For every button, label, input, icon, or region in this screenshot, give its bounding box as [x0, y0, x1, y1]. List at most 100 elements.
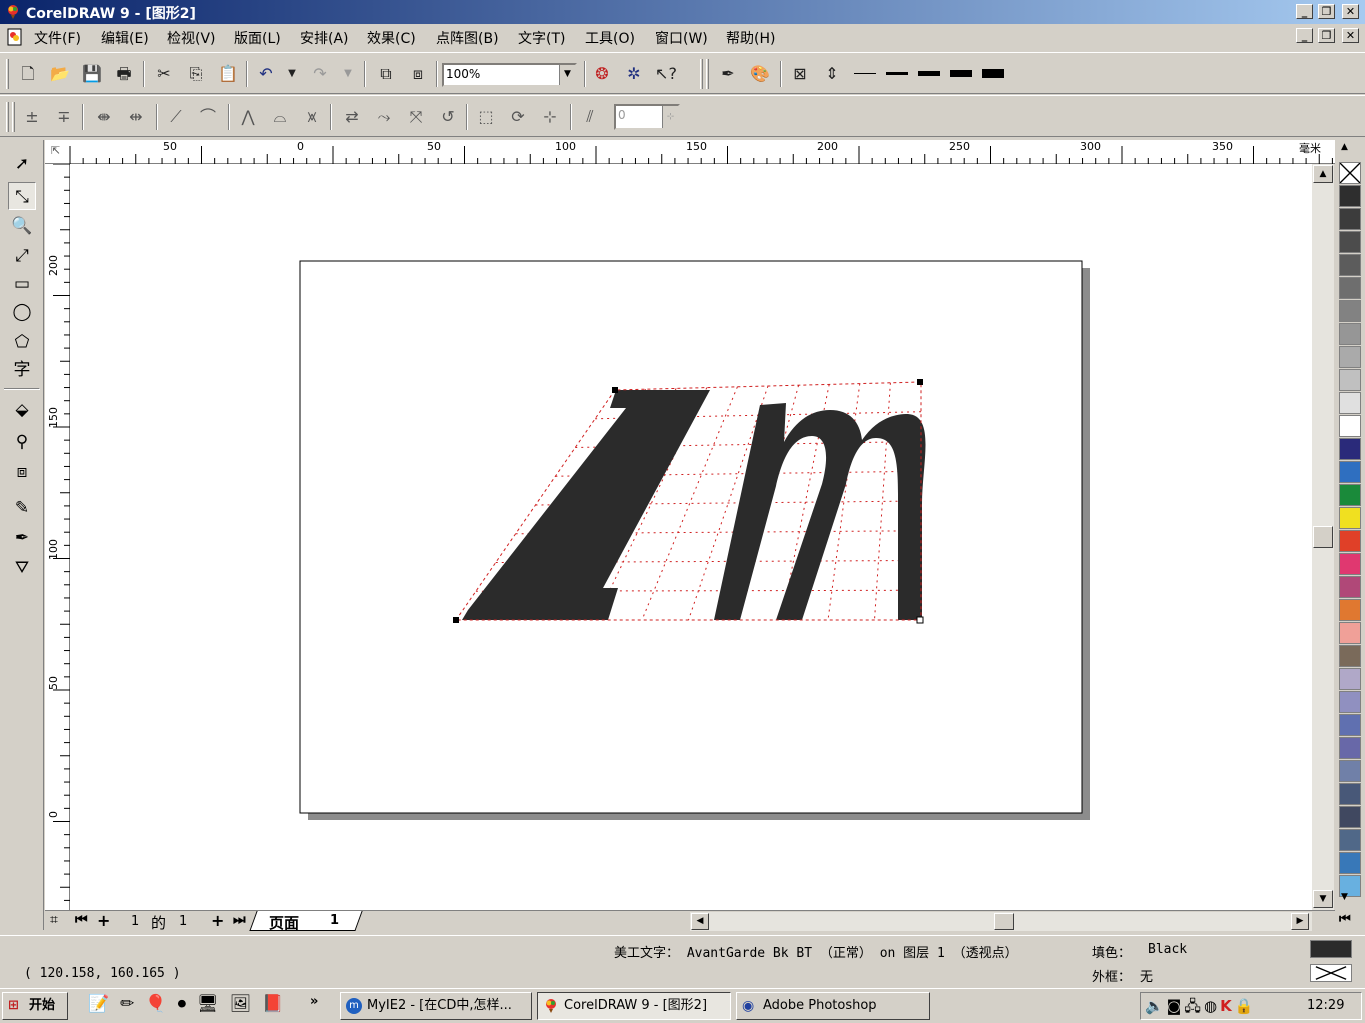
- color-swatch[interactable]: [1339, 622, 1361, 644]
- outline-width-1-icon[interactable]: [854, 73, 876, 74]
- color-swatch[interactable]: [1339, 438, 1361, 460]
- scroll-left-icon[interactable]: ◀: [691, 913, 709, 930]
- menu-file[interactable]: 文件(F): [34, 28, 81, 48]
- drawing-canvas[interactable]: [70, 164, 1312, 910]
- outline-width-3-icon[interactable]: [918, 71, 940, 76]
- extrude-icon[interactable]: ⧈: [8, 458, 36, 486]
- menu-tools[interactable]: 工具(O): [585, 28, 635, 48]
- color-swatch[interactable]: [1339, 461, 1361, 483]
- import-icon[interactable]: ⧉: [374, 62, 398, 86]
- color-swatch[interactable]: [1339, 231, 1361, 253]
- lock-icon[interactable]: 🔒: [1235, 997, 1257, 1015]
- quick-launch-pencil-icon[interactable]: ✏: [120, 994, 145, 1014]
- blend-icon[interactable]: ⚲: [8, 428, 36, 456]
- color-swatch[interactable]: [1339, 760, 1361, 782]
- open-icon[interactable]: 📂: [48, 62, 72, 86]
- print-icon[interactable]: 🖶: [112, 62, 136, 86]
- scroll-right-icon[interactable]: ▶: [1291, 913, 1309, 930]
- color-swatch[interactable]: [1339, 806, 1361, 828]
- hairline-outline-icon[interactable]: ⇕: [820, 62, 844, 86]
- color-swatch[interactable]: [1339, 714, 1361, 736]
- quick-launch-archive-icon[interactable]: 📕: [262, 994, 294, 1014]
- close-button[interactable]: ✕: [1342, 4, 1359, 19]
- whats-this-icon[interactable]: ↖?: [654, 62, 678, 86]
- ellipse-icon[interactable]: ◯: [8, 298, 36, 326]
- outline-width-5-icon[interactable]: [982, 69, 1004, 78]
- color-swatch[interactable]: [1339, 323, 1361, 345]
- task-myie2[interactable]: m MyIE2 - [在CD中,怎样...: [340, 992, 532, 1020]
- undo-icon[interactable]: ↶: [254, 62, 278, 86]
- rectangle-icon[interactable]: ▭: [8, 270, 36, 298]
- outline-pen-icon[interactable]: ✒: [8, 524, 36, 552]
- extract-subpath-icon[interactable]: ⤧: [404, 105, 428, 129]
- pick-icon[interactable]: ➚: [8, 150, 36, 178]
- application-launcher-icon[interactable]: ❂: [590, 62, 614, 86]
- outline-color-icon[interactable]: 🎨: [748, 62, 772, 86]
- toolbar-grip[interactable]: [12, 102, 15, 132]
- fill-bucket-icon[interactable]: ⛛: [8, 554, 36, 582]
- export-icon[interactable]: ⧈: [406, 62, 430, 86]
- elastic-mode-icon[interactable]: ⫽: [578, 105, 602, 129]
- volume-icon[interactable]: 🔈: [1145, 997, 1167, 1015]
- quick-launch-image-icon[interactable]: 🖼: [230, 994, 263, 1014]
- fill-color-swatch[interactable]: [1310, 940, 1352, 958]
- outline-width-4-icon[interactable]: [950, 70, 972, 77]
- text-icon[interactable]: 字: [8, 356, 36, 384]
- menu-help[interactable]: 帮助(H): [726, 28, 775, 48]
- add-page-after-icon[interactable]: +: [211, 911, 224, 930]
- color-swatch[interactable]: [1339, 346, 1361, 368]
- doc-restore-button[interactable]: ❐: [1318, 28, 1335, 43]
- quick-launch-more-icon[interactable]: »: [310, 994, 318, 1009]
- break-curve-icon[interactable]: ⇹: [124, 105, 148, 129]
- menu-view[interactable]: 检视(V): [167, 28, 216, 48]
- add-page-before-icon[interactable]: +: [97, 911, 110, 930]
- horizontal-scrollbar[interactable]: ◀ ▶: [690, 912, 1312, 931]
- menu-bitmaps[interactable]: 点阵图(B): [436, 28, 499, 48]
- horizontal-scroll-thumb[interactable]: [994, 913, 1014, 930]
- to-line-icon[interactable]: ⟋: [164, 105, 188, 129]
- undo-dropdown-icon[interactable]: ▼: [280, 62, 304, 86]
- to-curve-icon[interactable]: ⌒: [196, 105, 220, 129]
- slider-icon[interactable]: ⊹: [662, 106, 678, 128]
- color-swatch[interactable]: [1339, 599, 1361, 621]
- palette-scroll-up-icon[interactable]: ▲: [1341, 142, 1348, 152]
- polygon-icon[interactable]: ⬠: [8, 328, 36, 356]
- color-swatch[interactable]: [1339, 507, 1361, 529]
- no-color-swatch[interactable]: [1339, 162, 1361, 184]
- copy-icon[interactable]: ⎘: [184, 62, 208, 86]
- auto-close-icon[interactable]: ↺: [436, 105, 460, 129]
- corel-online-icon[interactable]: ✲: [622, 62, 646, 86]
- color-swatch[interactable]: [1339, 254, 1361, 276]
- cusp-node-icon[interactable]: ⋀: [236, 105, 260, 129]
- vertical-ruler[interactable]: 200 150 100 50 0: [45, 164, 70, 910]
- outline-pen-dialog-icon[interactable]: ✒: [716, 62, 740, 86]
- quick-launch-screen-icon[interactable]: 🖥: [197, 994, 230, 1014]
- color-swatch[interactable]: [1339, 852, 1361, 874]
- color-swatch[interactable]: [1339, 484, 1361, 506]
- shape-icon[interactable]: ⤡: [8, 182, 36, 210]
- scroll-down-icon[interactable]: ▼: [1313, 890, 1333, 908]
- save-icon[interactable]: 💾: [80, 62, 104, 86]
- network-icon[interactable]: 🖧: [1184, 997, 1204, 1015]
- chevron-down-icon[interactable]: ▼: [559, 65, 575, 85]
- last-page-icon[interactable]: ⏭: [233, 912, 246, 928]
- color-swatch[interactable]: [1339, 783, 1361, 805]
- menu-window[interactable]: 窗口(W): [655, 28, 708, 48]
- color-swatch[interactable]: [1339, 829, 1361, 851]
- color-swatch[interactable]: [1339, 392, 1361, 414]
- color-swatch[interactable]: [1339, 208, 1361, 230]
- tray-globe-icon[interactable]: ◍: [1204, 997, 1220, 1015]
- redo-icon[interactable]: ↷: [308, 62, 332, 86]
- task-photoshop[interactable]: ◉ Adobe Photoshop: [736, 992, 930, 1020]
- zoom-icon[interactable]: 🔍: [8, 212, 36, 240]
- start-button[interactable]: ⊞ 开始: [2, 992, 68, 1020]
- task-coreldraw[interactable]: CorelDRAW 9 - [图形2]: [537, 992, 731, 1020]
- curve-smoothness-field[interactable]: 0 ⊹: [614, 104, 680, 130]
- paste-icon[interactable]: 📋: [216, 62, 240, 86]
- color-swatch[interactable]: [1339, 185, 1361, 207]
- restore-button[interactable]: ❐: [1318, 4, 1335, 19]
- menu-text[interactable]: 文字(T): [518, 28, 565, 48]
- color-swatch[interactable]: [1339, 737, 1361, 759]
- color-swatch[interactable]: [1339, 691, 1361, 713]
- color-swatch[interactable]: [1339, 415, 1361, 437]
